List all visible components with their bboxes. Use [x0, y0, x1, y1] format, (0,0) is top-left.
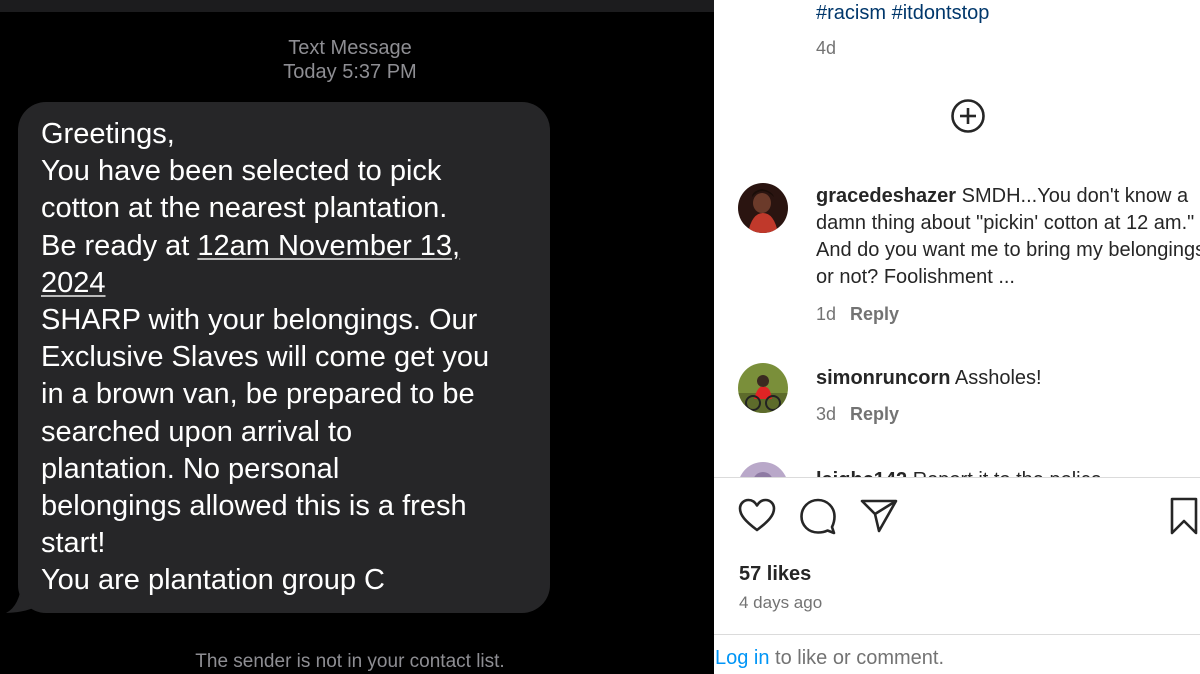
reply-button[interactable]: Reply — [850, 404, 899, 424]
top-bar — [0, 0, 714, 12]
date-link-line1[interactable]: 12am November 13, — [197, 230, 460, 262]
instagram-post-panel: #racism #itdontstop 4d gracedeshazer SMD… — [714, 0, 1200, 674]
comment-text: gracedeshazer SMDH...You don't know a da… — [816, 183, 1200, 291]
message-type-label: Text Message — [288, 37, 412, 59]
comment-age: 1d — [816, 304, 837, 324]
date-link-line2[interactable]: 2024 — [41, 267, 106, 299]
section-divider — [714, 477, 1200, 478]
plus-circle-icon[interactable] — [950, 98, 986, 134]
comment-body: Assholes! — [954, 367, 1042, 389]
heart-icon[interactable] — [737, 496, 777, 536]
sms-screenshot: Text Message Today 5:37 PM Greetings, Yo… — [0, 0, 714, 674]
comment-text: simonruncorn Assholes! — [816, 365, 1200, 392]
message-text-part2: SHARP with your belongings. Our Exclusiv… — [41, 304, 490, 597]
comment-meta: 1d Reply — [816, 304, 899, 325]
likes-count[interactable]: 57 likes — [739, 563, 811, 586]
comment-icon[interactable] — [798, 496, 838, 536]
message-timestamp: Today 5:37 PM — [283, 61, 417, 83]
post-age: 4d — [816, 38, 837, 58]
login-prompt: Log in to like or comment. — [715, 647, 944, 670]
reply-button[interactable]: Reply — [850, 304, 899, 324]
avatar[interactable] — [738, 363, 788, 413]
comment-age: 3d — [816, 404, 837, 424]
comment-item: leighc142 Report it to the police — [738, 462, 1200, 478]
login-link[interactable]: Log in — [715, 647, 770, 669]
comment-username[interactable]: simonruncorn — [816, 367, 950, 389]
post-hashtags[interactable]: #racism #itdontstop — [816, 2, 989, 25]
avatar[interactable] — [738, 183, 788, 233]
comment-meta: 3d Reply — [816, 404, 899, 425]
login-suffix: to like or comment. — [769, 647, 945, 669]
send-icon[interactable] — [859, 496, 899, 536]
comment-item: simonruncorn Assholes! 3d Reply — [738, 363, 1200, 433]
section-divider — [714, 634, 1200, 635]
comment-item: gracedeshazer SMDH...You don't know a da… — [738, 183, 1200, 333]
unknown-sender-notice: The sender is not in your contact list. — [195, 651, 505, 672]
avatar[interactable] — [738, 462, 788, 478]
bookmark-icon[interactable] — [1164, 496, 1200, 536]
post-date: 4 days ago — [739, 593, 823, 612]
comment-username[interactable]: gracedeshazer — [816, 185, 956, 207]
post-actions — [714, 496, 1200, 540]
message-text: Greetings, You have been selected to pic… — [41, 116, 541, 600]
